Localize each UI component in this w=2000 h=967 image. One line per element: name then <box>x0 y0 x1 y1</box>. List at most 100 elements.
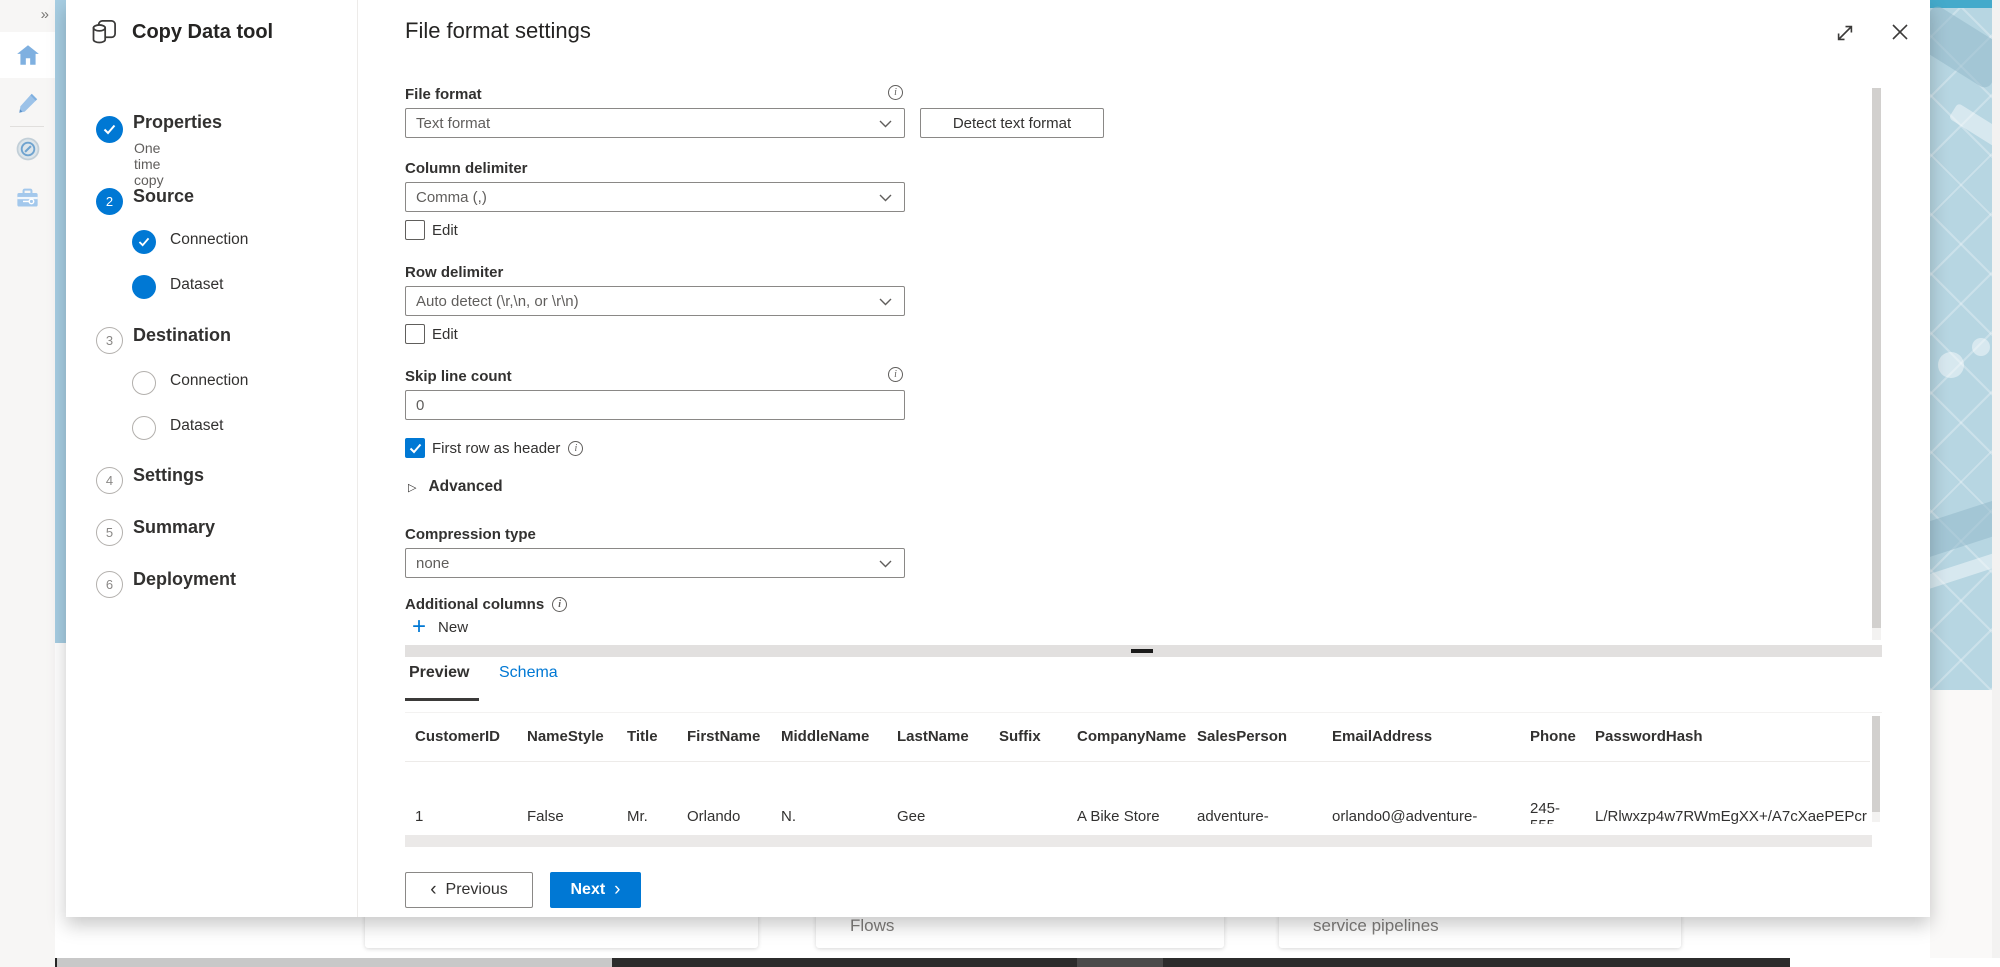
step-done-icon <box>96 116 123 143</box>
copy-data-icon <box>90 18 118 46</box>
step-label: Settings <box>133 465 204 486</box>
row-delimiter-label: Row delimiter <box>405 264 503 281</box>
skip-line-count-value: 0 <box>416 397 424 414</box>
skip-line-count-input[interactable]: 0 <box>405 390 905 420</box>
first-row-as-header-info-icon[interactable]: i <box>568 441 583 456</box>
step-label: Dataset <box>170 276 223 294</box>
table-cell: Mr. <box>617 762 677 824</box>
step-number-badge: 6 <box>96 571 123 598</box>
active-tab-underline <box>405 698 479 701</box>
page-bottom-scrollbar-segment[interactable] <box>612 958 1077 967</box>
table-cell: Gee <box>887 762 989 824</box>
additional-columns-info-icon[interactable]: i <box>552 597 567 612</box>
column-delimiter-label: Column delimiter <box>405 160 528 177</box>
table-cell: L/Rlwxzp4w7RWmEgXX+/A7cXaePEPcr <box>1585 762 1870 824</box>
row-delimiter-value: Auto detect (\r,\n, or \r\n) <box>416 293 579 310</box>
step-sublabel: One time copy <box>134 140 164 188</box>
background-card <box>365 912 758 948</box>
background-card-label: service pipelines <box>1313 916 1439 936</box>
column-header: CompanyName <box>1067 713 1187 761</box>
table-header-row: CustomerID NameStyle Title FirstName Mid… <box>405 713 1870 761</box>
page-bottom-scrollbar-track[interactable] <box>57 958 612 967</box>
scrollbar-thumb[interactable] <box>1872 716 1880 812</box>
app-rail: » <box>0 0 55 967</box>
file-format-select[interactable]: Text format <box>405 108 905 138</box>
check-icon <box>409 443 422 454</box>
first-row-as-header-label: First row as headeri <box>432 440 583 457</box>
column-header: Phone <box>1520 713 1585 761</box>
dialog-header: Copy Data tool <box>90 18 273 46</box>
expand-rail-icon[interactable]: » <box>41 6 49 23</box>
step-label: Connection <box>170 372 248 390</box>
column-header: MiddleName <box>771 713 887 761</box>
step-label: Deployment <box>133 569 236 590</box>
new-label: New <box>438 619 468 636</box>
divider <box>357 0 358 917</box>
compression-type-select[interactable]: none <box>405 548 905 578</box>
manage-toolbox-icon <box>14 184 41 211</box>
advanced-expander[interactable]: ▷ Advanced <box>408 478 503 496</box>
rail-item-author[interactable] <box>0 80 55 126</box>
column-header: EmailAddress <box>1322 713 1520 761</box>
form-vertical-scrollbar[interactable] <box>1872 88 1881 640</box>
detect-text-format-button[interactable]: Detect text format <box>920 108 1104 138</box>
table-vertical-scrollbar[interactable] <box>1872 716 1880 822</box>
add-new-column-button[interactable]: + New <box>412 617 468 637</box>
row-delimiter-edit-checkbox[interactable] <box>405 324 425 344</box>
next-button[interactable]: Next › <box>550 872 641 908</box>
step-number-badge: 3 <box>96 327 123 354</box>
skip-line-count-info-icon[interactable]: i <box>888 367 903 382</box>
table-cell: Orlando <box>677 762 771 824</box>
page-bottom-scrollbar-segment[interactable] <box>1077 958 1163 967</box>
step-current-dot <box>132 275 156 299</box>
previous-button[interactable]: ‹ Previous <box>405 872 533 908</box>
screen: Flows service pipelines » <box>0 0 2000 967</box>
chevron-right-icon: ▷ <box>408 481 416 494</box>
rail-item-monitor[interactable] <box>0 126 55 172</box>
chevron-left-icon: ‹ <box>430 880 436 899</box>
column-header: NameStyle <box>517 713 617 761</box>
file-format-label: File format <box>405 86 482 103</box>
column-delimiter-select[interactable]: Comma (,) <box>405 182 905 212</box>
preview-table: CustomerID NameStyle Title FirstName Mid… <box>405 712 1882 824</box>
file-format-info-icon[interactable]: i <box>888 85 903 100</box>
chevron-down-icon <box>879 120 892 128</box>
column-delimiter-value: Comma (,) <box>416 189 487 206</box>
background-card-label: Flows <box>850 916 894 936</box>
background-card: service pipelines <box>1279 912 1681 948</box>
background-page <box>1930 690 1992 958</box>
page-bottom-scrollbar-segment[interactable] <box>1163 958 1790 967</box>
rail-item-manage[interactable] <box>0 174 55 220</box>
background-card: Flows <box>816 912 1224 948</box>
row-delimiter-select[interactable]: Auto detect (\r,\n, or \r\n) <box>405 286 905 316</box>
preview-table-header: CustomerID NameStyle Title FirstName Mid… <box>405 713 1870 762</box>
copy-data-tool-dialog: Copy Data tool Properties One time copy … <box>66 0 1930 917</box>
panel-title: File format settings <box>405 18 591 44</box>
column-header: LastName <box>887 713 989 761</box>
advanced-label: Advanced <box>428 478 502 496</box>
expand-icon[interactable] <box>1834 22 1856 44</box>
step-number-badge: 2 <box>96 188 123 215</box>
rail-item-home[interactable] <box>0 32 55 78</box>
table-cell: False <box>517 762 617 824</box>
column-delimiter-edit-checkbox[interactable] <box>405 220 425 240</box>
step-number-badge: 4 <box>96 467 123 494</box>
step-label: Connection <box>170 231 248 249</box>
table-cell: adventure- <box>1187 762 1322 824</box>
table-horizontal-scrollbar[interactable] <box>405 835 1872 847</box>
tab-schema[interactable]: Schema <box>499 664 558 694</box>
row-delimiter-edit-label: Edit <box>432 326 458 343</box>
form-horizontal-scrollbar[interactable] <box>405 645 1882 657</box>
tab-preview[interactable]: Preview <box>409 664 469 694</box>
rail-accent-strip <box>55 0 66 643</box>
file-format-value: Text format <box>416 115 490 132</box>
first-row-as-header-checkbox[interactable] <box>405 438 425 458</box>
table-cell: A Bike Store <box>1067 762 1187 824</box>
table-body-viewport: 1 False Mr. Orlando N. Gee A Bike Store … <box>405 762 1882 824</box>
step-label: Dataset <box>170 417 223 435</box>
close-icon[interactable] <box>1888 20 1912 44</box>
compression-type-label: Compression type <box>405 526 536 543</box>
scrollbar-thumb[interactable] <box>1131 649 1153 653</box>
table-cell: orlando0@adventure- <box>1322 762 1520 824</box>
scrollbar-thumb[interactable] <box>1872 88 1881 628</box>
